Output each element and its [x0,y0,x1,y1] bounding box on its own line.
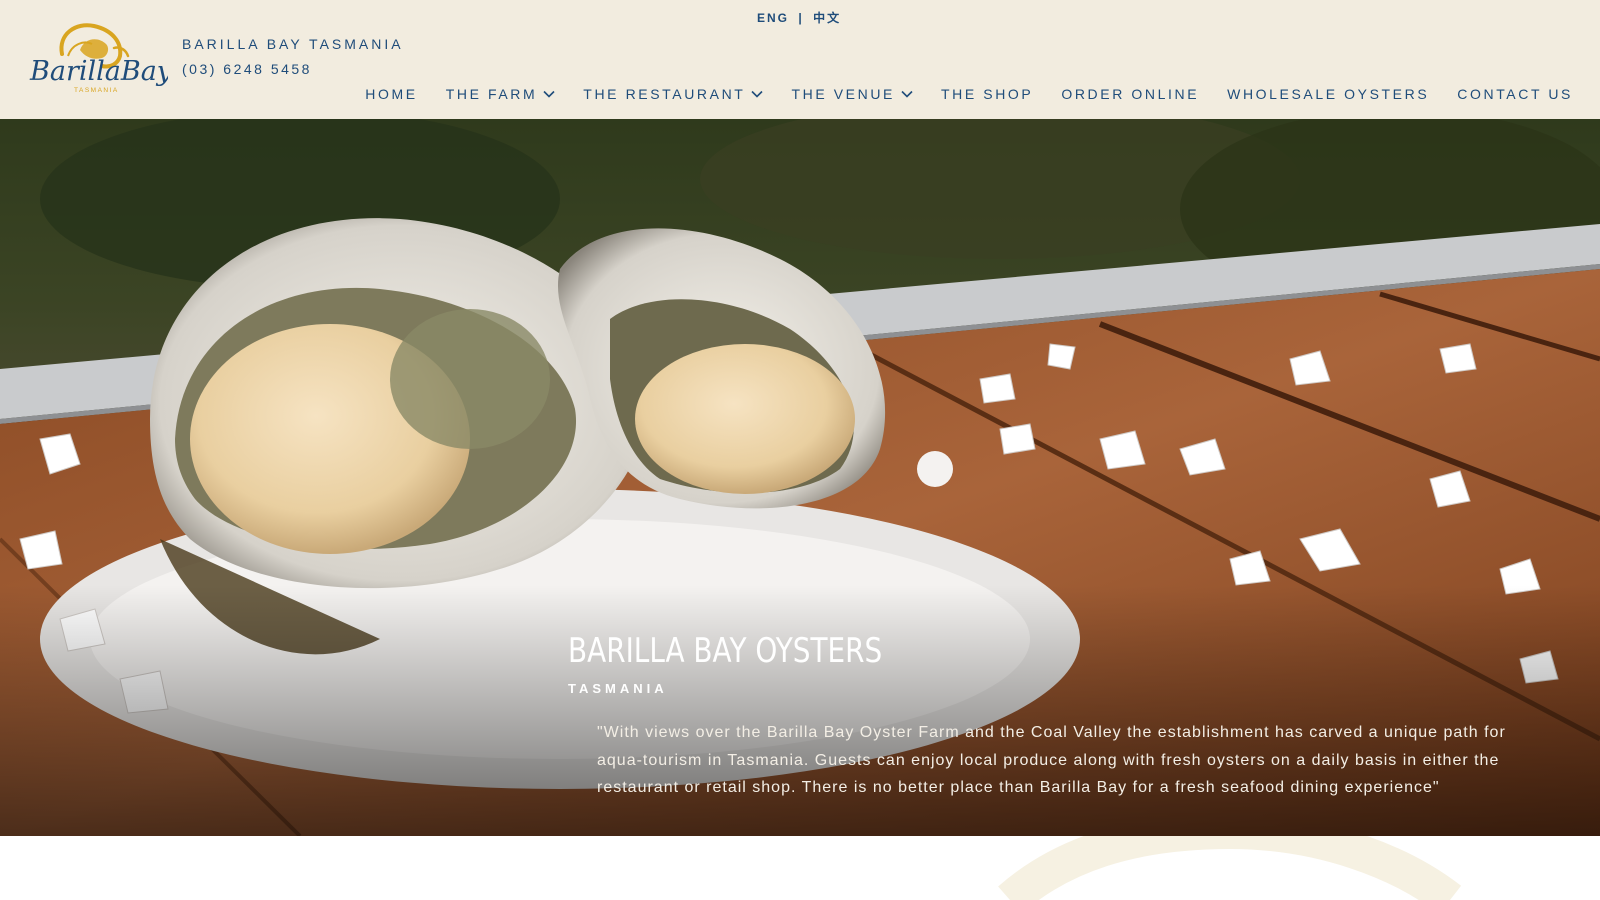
svg-text:BarillaBay: BarillaBay [29,56,168,87]
hero-title: BARILLA BAY OYSTERS [568,631,883,671]
hero-subtitle: TASMANIA [568,681,668,696]
lang-chinese-link[interactable]: 中文 [813,11,841,25]
nav-wholesale-oysters[interactable]: WHOLESALE OYSTERS [1227,86,1429,102]
nav-home[interactable]: HOME [365,86,417,102]
nav-label: CONTACT US [1457,86,1573,102]
nav-the-farm[interactable]: THE FARM [446,86,556,102]
barilla-bay-logo[interactable]: BarillaBay TASMANIA [28,20,173,96]
language-switcher: ENG | 中文 [757,9,841,26]
nav-order-online[interactable]: ORDER ONLINE [1061,86,1199,102]
nav-the-restaurant[interactable]: THE RESTAURANT [583,86,764,102]
lang-eng-link[interactable]: ENG [757,11,789,25]
site-header: BarillaBay TASMANIA BARILLA BAY TASMANIA… [0,0,1600,119]
svg-text:TASMANIA: TASMANIA [74,87,119,94]
nav-the-venue[interactable]: THE VENUE [791,86,913,102]
hero-banner: BARILLA BAY OYSTERS TASMANIA "With views… [0,119,1600,836]
hero-quote: "With views over the Barilla Bay Oyster … [597,724,1506,796]
chevron-down-icon [751,90,764,98]
nav-label: HOME [365,86,418,102]
nav-label: THE VENUE [791,86,895,102]
content-section [0,836,1600,900]
brand-name: BARILLA BAY TASMANIA [182,36,404,52]
nav-contact-us[interactable]: CONTACT US [1457,86,1573,102]
main-nav: HOME THE FARM THE RESTAURANT THE VENUE T… [365,86,1573,102]
nav-label: WHOLESALE OYSTERS [1227,86,1430,102]
phone-number[interactable]: (03) 6248 5458 [182,61,312,77]
lang-separator: | [798,11,804,25]
chevron-down-icon [543,90,555,98]
chevron-down-icon [901,90,913,98]
nav-the-shop[interactable]: THE SHOP [941,86,1033,102]
nav-label: THE SHOP [940,86,1034,102]
nav-label: ORDER ONLINE [1061,86,1200,102]
decorative-circle-icon [998,836,1462,900]
logo-icon: BarillaBay TASMANIA [29,23,173,94]
nav-label: THE RESTAURANT [583,86,746,102]
nav-label: THE FARM [445,86,538,102]
